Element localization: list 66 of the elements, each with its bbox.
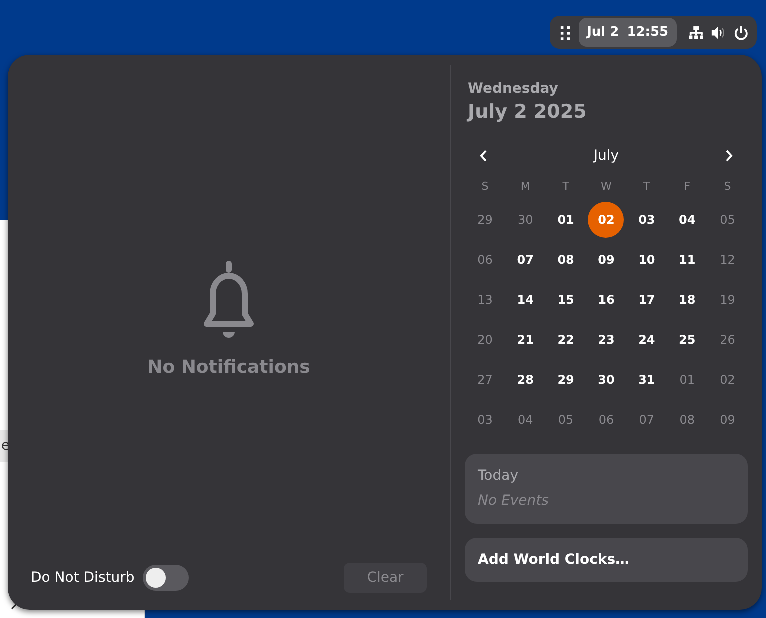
- calendar-day[interactable]: 03: [467, 402, 504, 438]
- chevron-left-icon: [480, 150, 488, 162]
- weekday-label: T: [642, 178, 652, 195]
- calendar-day[interactable]: 21: [508, 322, 544, 358]
- calendar-day[interactable]: 08: [548, 242, 584, 278]
- calendar-day[interactable]: 10: [628, 242, 665, 278]
- empty-notifications-text: No Notifications: [148, 356, 310, 380]
- calendar-day[interactable]: 25: [669, 322, 706, 358]
- month-label: July: [594, 146, 620, 166]
- calendar-day[interactable]: 05: [548, 402, 584, 438]
- weekday-label: W: [600, 178, 613, 195]
- calendar-day[interactable]: 24: [628, 322, 665, 358]
- events-card[interactable]: Today No Events: [465, 454, 748, 524]
- calendar-day[interactable]: 08: [669, 402, 706, 438]
- calendar-day[interactable]: 18: [669, 282, 706, 318]
- calendar-day[interactable]: 02: [710, 362, 746, 398]
- weekday-label: S: [723, 178, 732, 195]
- weekday-label: M: [520, 178, 532, 195]
- network-icon[interactable]: [688, 24, 704, 40]
- calendar-day[interactable]: 07: [628, 402, 665, 438]
- calendar-day[interactable]: 28: [508, 362, 544, 398]
- calendar-day[interactable]: 19: [710, 282, 746, 318]
- calendar-day[interactable]: 09: [710, 402, 746, 438]
- calendar-day[interactable]: 15: [548, 282, 584, 318]
- calendar-day[interactable]: 11: [669, 242, 706, 278]
- calendar-day[interactable]: 14: [508, 282, 544, 318]
- weekday-label: F: [683, 178, 692, 195]
- volume-icon[interactable]: [711, 24, 726, 40]
- apps-grid-icon[interactable]: [560, 24, 572, 40]
- calendar-day[interactable]: 01: [548, 202, 584, 238]
- clock-button[interactable]: Jul 2 12:55: [579, 18, 677, 47]
- calendar-day[interactable]: 06: [588, 402, 624, 438]
- weekday-heading: Wednesday: [467, 80, 560, 99]
- calendar-day[interactable]: 22: [548, 322, 584, 358]
- date-heading: July 2 2025: [466, 100, 588, 124]
- calendar-day[interactable]: 29: [467, 202, 504, 238]
- calendar-day[interactable]: 30: [508, 202, 544, 238]
- weekday-label: S: [480, 178, 490, 195]
- calendar-day[interactable]: 05: [710, 202, 746, 238]
- do-not-disturb-switch[interactable]: [142, 565, 189, 591]
- calendar-day[interactable]: 12: [710, 242, 746, 278]
- calendar-day[interactable]: 09: [588, 242, 624, 278]
- no-events-text: No Events: [478, 492, 550, 511]
- calendar-day[interactable]: 16: [588, 282, 624, 318]
- calendar-day[interactable]: 07: [508, 242, 544, 278]
- add-world-clocks-button[interactable]: Add World Clocks…: [465, 538, 748, 582]
- calendar-day[interactable]: 29: [548, 362, 584, 398]
- events-title: Today: [478, 467, 520, 486]
- calendar-day[interactable]: 23: [588, 322, 624, 358]
- calendar-day[interactable]: 13: [467, 282, 504, 318]
- calendar-day[interactable]: 04: [669, 202, 706, 238]
- calendar-day[interactable]: 06: [467, 242, 504, 278]
- calendar-day[interactable]: 01: [669, 362, 706, 398]
- clock-date: Jul 2: [587, 24, 620, 42]
- calendar-day[interactable]: 03: [628, 202, 665, 238]
- clock-time: 12:55: [627, 24, 669, 42]
- calendar-day[interactable]: 04: [508, 402, 544, 438]
- calendar-day[interactable]: 31: [628, 362, 665, 398]
- weekday-label: T: [562, 178, 570, 195]
- calendar-day[interactable]: 17: [628, 282, 665, 318]
- calendar-day[interactable]: 20: [467, 322, 504, 358]
- calendar-day[interactable]: 27: [467, 362, 504, 398]
- power-icon[interactable]: [734, 24, 749, 40]
- calendar-day[interactable]: 30: [588, 362, 624, 398]
- do-not-disturb-label: Do Not Disturb: [31, 568, 135, 588]
- calendar-day[interactable]: 26: [710, 322, 746, 358]
